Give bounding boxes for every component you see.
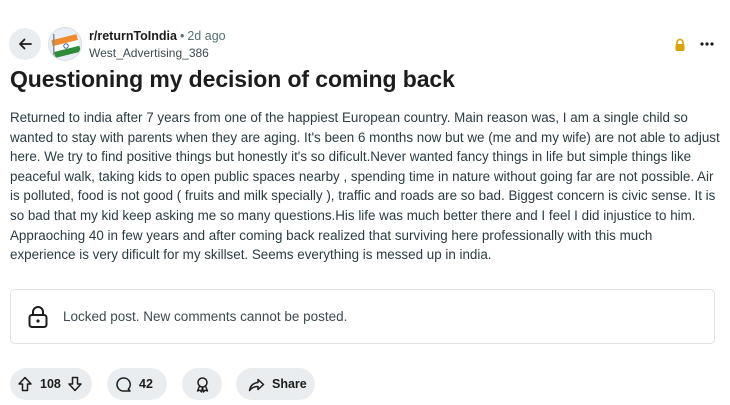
arrow-down-icon: [68, 376, 82, 392]
post-timestamp: 2d ago: [187, 29, 226, 43]
locked-notice: Locked post. New comments cannot be post…: [10, 289, 715, 344]
share-arrow-icon: [242, 368, 270, 400]
vote-count: 108: [40, 377, 61, 391]
meta-separator: •: [179, 29, 185, 43]
subreddit-link[interactable]: r/returnToIndia: [89, 29, 177, 43]
vote-bar: 108: [10, 368, 92, 400]
subreddit-avatar[interactable]: [48, 27, 82, 61]
more-horizontal-icon: [700, 42, 714, 46]
post-actions: 108 42 Share: [10, 368, 730, 400]
share-label: Share: [272, 377, 307, 391]
post-title: Questioning my decision of coming back: [10, 66, 455, 92]
arrow-left-icon: [19, 38, 32, 50]
more-options-button[interactable]: [697, 34, 717, 54]
padlock-icon: [27, 305, 49, 329]
award-icon: [196, 376, 208, 393]
share-button[interactable]: Share: [236, 368, 315, 400]
post-meta: r/returnToIndia • 2d ago West_Advertising_…: [89, 29, 226, 61]
author-link[interactable]: West_Advertising_386: [89, 45, 226, 61]
locked-notice-text: Locked post. New comments cannot be post…: [63, 309, 348, 324]
post-header: r/returnToIndia • 2d ago West_Advertising_…: [0, 24, 730, 64]
speech-bubble-icon: [107, 368, 139, 400]
india-flag-icon: [49, 28, 81, 60]
back-button[interactable]: [9, 28, 41, 60]
award-button[interactable]: [182, 368, 222, 400]
lock-icon: [673, 38, 687, 52]
downvote-button[interactable]: [60, 368, 90, 400]
upvote-button[interactable]: [10, 368, 40, 400]
comment-count: 42: [139, 377, 153, 391]
comments-button[interactable]: 42: [107, 368, 167, 400]
arrow-up-icon: [18, 376, 32, 392]
post-body: Returned to india after 7 years from one…: [10, 110, 720, 263]
